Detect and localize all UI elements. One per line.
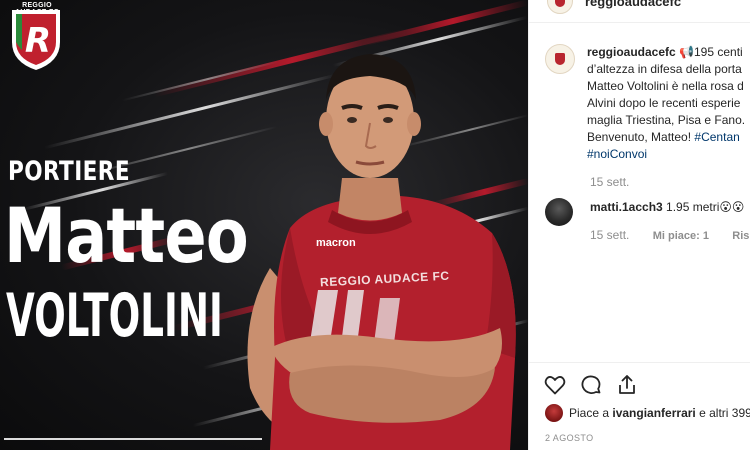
- club-crest-icon: [555, 0, 565, 7]
- caption-username[interactable]: reggioaudacefc: [587, 45, 676, 59]
- club-logo-text: REGGIO AUDACE FC: [15, 2, 59, 16]
- caption-avatar[interactable]: [545, 44, 575, 74]
- divider: [529, 362, 750, 363]
- player-last-name: VOLTOLINI: [6, 281, 223, 351]
- comment-icon[interactable]: [579, 373, 603, 397]
- caption-line: Benvenuto, Matteo!: [587, 130, 692, 144]
- comment-body: 1.95 metri😮😮: [666, 200, 745, 214]
- likes-prefix: Piace a: [569, 406, 610, 420]
- likes-suffix[interactable]: e altri 399: [699, 406, 750, 420]
- liker-avatar[interactable]: [545, 404, 563, 422]
- heart-icon[interactable]: [543, 373, 567, 397]
- caption-line: d’altezza in difesa della porta: [587, 62, 742, 76]
- reply-button[interactable]: Rispond: [732, 230, 750, 242]
- hashtag-link[interactable]: #noiConvoi: [587, 146, 750, 163]
- player-first-name: Matteo: [4, 191, 249, 280]
- post-date[interactable]: 2 AGOSTO: [545, 433, 594, 443]
- liker-username[interactable]: ivangianferrari: [612, 406, 695, 420]
- instagram-panel: reggioaudacefc reggioaudacefc 📢195 centi…: [528, 0, 750, 450]
- commenter-username[interactable]: matti.1acch3: [590, 200, 663, 214]
- comment-timestamp[interactable]: 15 sett.: [590, 228, 629, 242]
- role-label: PORTIERE: [8, 156, 130, 187]
- likes-text: Piace a ivangianferrari e altri 399: [569, 406, 750, 420]
- shirt-sponsor: macron: [316, 237, 356, 249]
- caption-text: reggioaudacefc 📢195 centi d’altezza in d…: [587, 44, 750, 163]
- hashtag-link[interactable]: #Centan: [694, 130, 739, 144]
- caption-timestamp[interactable]: 15 sett.: [590, 175, 629, 189]
- caption-line: 📢195 centi: [679, 45, 743, 59]
- comment-meta: 15 sett. Mi piace: 1 Rispond: [590, 228, 750, 242]
- comment-text: matti.1acch3 1.95 metri😮😮: [590, 200, 744, 214]
- divider: [4, 438, 262, 440]
- commenter-avatar[interactable]: [545, 198, 573, 226]
- comment-likes[interactable]: Mi piace: 1: [653, 230, 709, 242]
- post-header: reggioaudacefc: [529, 0, 750, 23]
- post-image: R REGGIO AUDACE FC PORTIERE Matteo VOLTO…: [0, 0, 528, 450]
- header-avatar[interactable]: [547, 0, 573, 14]
- player-photo: [247, 54, 516, 450]
- svg-text:R: R: [25, 21, 51, 61]
- header-username[interactable]: reggioaudacefc: [585, 0, 681, 9]
- share-icon[interactable]: [615, 373, 639, 397]
- club-crest-icon: [555, 53, 565, 65]
- caption-line: Alvini dopo le recenti esperie: [587, 96, 741, 110]
- caption-line: maglia Triestina, Pisa e Fano.: [587, 113, 746, 127]
- caption-line: Matteo Voltolini è nella rosa d: [587, 79, 744, 93]
